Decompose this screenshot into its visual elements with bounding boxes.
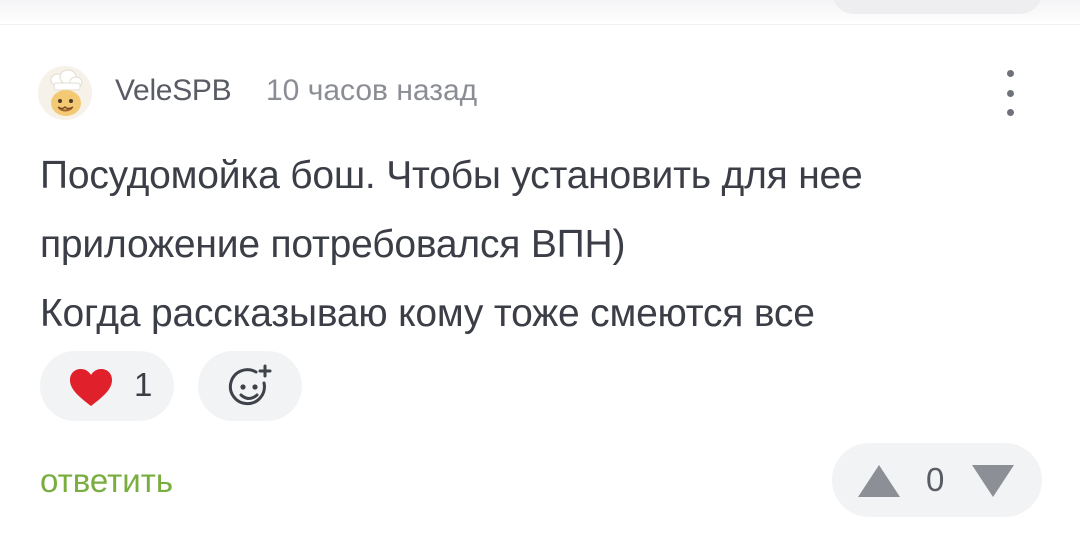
more-vertical-icon-dot [1006,89,1014,97]
more-vertical-icon [1006,70,1014,77]
chef-avatar-icon [38,66,92,120]
like-count: 1 [134,366,153,403]
smiley-plus-icon [228,364,272,406]
comment-text: Посудомойка бош. Чтобы установить для не… [40,141,1040,348]
downvote-button[interactable] [970,463,1016,499]
rating-score: 0 [926,461,945,498]
add-reaction-button[interactable] [198,351,302,421]
upvote-button[interactable] [856,463,902,499]
comment-timestamp: 10 часов назад [266,74,478,107]
heart-icon [70,369,112,406]
rating-control: 0 [832,443,1042,517]
comment-card: VeleSPB 10 часов назад Посудомойка бош. … [0,0,1080,543]
more-options-button[interactable] [990,70,1030,116]
author-name[interactable]: VeleSPB [115,74,232,108]
divider [0,24,1080,25]
more-vertical-icon-dot [1006,109,1014,116]
comment-line: приложение потребовался ВПН) [40,223,626,266]
reply-link[interactable]: ответить [40,462,173,500]
comment-line: Когда рассказываю кому тоже смеются все [40,292,815,335]
like-button[interactable]: 1 [40,351,174,421]
previous-comment-vote-pill [832,0,1042,14]
comment-line: Посудомойка бош. Чтобы установить для не… [40,154,863,197]
avatar[interactable] [38,66,92,120]
